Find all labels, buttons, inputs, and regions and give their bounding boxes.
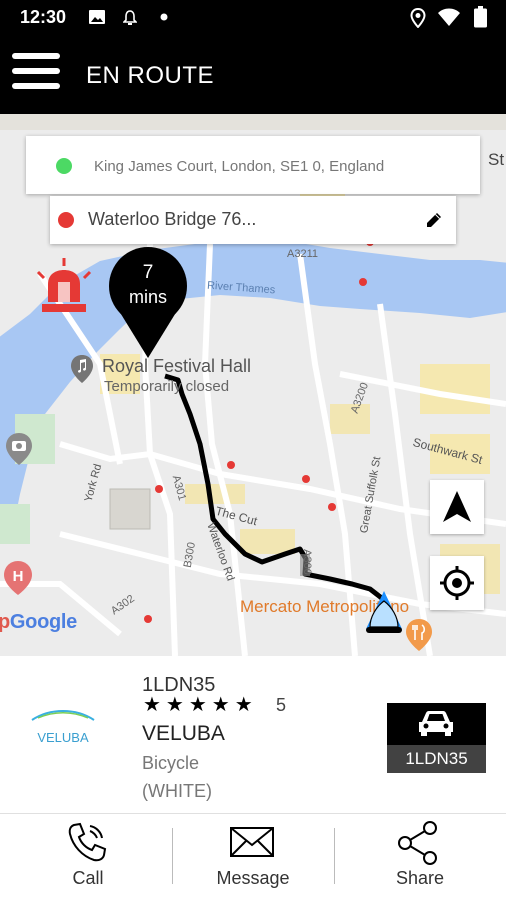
dropoff-address: Waterloo Bridge 76... — [88, 209, 257, 229]
veluba-logo: VELUBA — [31, 710, 95, 745]
phone-icon — [68, 822, 107, 862]
hospital-poi-icon: H — [4, 561, 32, 595]
dropoff-address-card[interactable]: Waterloo Bridge 76... — [50, 196, 456, 244]
pickup-dot-icon — [56, 158, 72, 174]
location-icon — [410, 8, 426, 28]
dropoff-dot-icon — [58, 212, 74, 228]
pickup-address-card[interactable]: King James Court, London, SE1 0, England — [26, 136, 480, 194]
map-label-a300: A300 — [300, 549, 313, 575]
vehicle-type: Bicycle — [142, 753, 200, 773]
envelope-icon — [230, 827, 274, 857]
share-label: Share — [395, 868, 445, 888]
message-button[interactable]: Message — [172, 814, 334, 901]
map-view[interactable]: River Thames A3211 A3200 Southwark St Gr… — [0, 114, 506, 656]
poi-status: Temporarily closed — [104, 378, 230, 395]
status-bar: 12:30 — [0, 0, 506, 34]
my-location-icon[interactable] — [430, 556, 484, 610]
svg-text:VELUBA: VELUBA — [37, 730, 89, 745]
svg-text:H: H — [13, 568, 24, 585]
pencil-icon[interactable] — [426, 212, 442, 228]
battery-icon — [474, 6, 487, 28]
navigation-arrow-icon[interactable] — [430, 480, 484, 534]
dot-icon — [160, 13, 168, 21]
rating-stars: ★★★★★ — [143, 694, 258, 716]
vehicle-brand: VELUBA — [142, 722, 225, 745]
eta-value: 7 — [142, 262, 154, 283]
restaurant-poi-icon — [406, 619, 432, 651]
emergency-siren-icon[interactable] — [36, 258, 92, 316]
share-button[interactable]: Share — [334, 814, 506, 901]
map-edge-text: St — [488, 150, 505, 169]
eta-unit: mins — [128, 287, 167, 307]
page-title: EN ROUTE — [86, 62, 215, 89]
car-icon — [419, 711, 453, 736]
call-label: Call — [72, 868, 104, 888]
message-label: Message — [216, 868, 290, 888]
badge-plate: 1LDN35 — [387, 745, 486, 773]
poi-name: Royal Festival Hall — [102, 356, 252, 376]
action-bar: Call Message Share — [0, 813, 506, 901]
wifi-icon — [438, 8, 460, 26]
pickup-address: King James Court, London, SE1 0, England — [94, 158, 385, 175]
call-button[interactable]: Call — [0, 814, 176, 901]
image-icon — [89, 10, 105, 24]
hamburger-menu-icon[interactable] — [12, 53, 60, 93]
status-time: 12:30 — [20, 7, 67, 27]
app-bar: EN ROUTE — [0, 34, 506, 114]
driver-location-icon — [366, 591, 402, 633]
google-watermark: pGoogle — [0, 611, 78, 633]
map-label-a3211: A3211 — [287, 248, 318, 260]
music-venue-icon — [71, 355, 93, 383]
vehicle-badge: 1LDN35 — [387, 703, 486, 773]
camera-poi-icon — [6, 433, 32, 465]
notification-bell-icon — [123, 10, 137, 25]
vehicle-color: (WHITE) — [142, 781, 212, 801]
rating-value: 5 — [276, 695, 287, 715]
share-icon — [398, 821, 437, 865]
